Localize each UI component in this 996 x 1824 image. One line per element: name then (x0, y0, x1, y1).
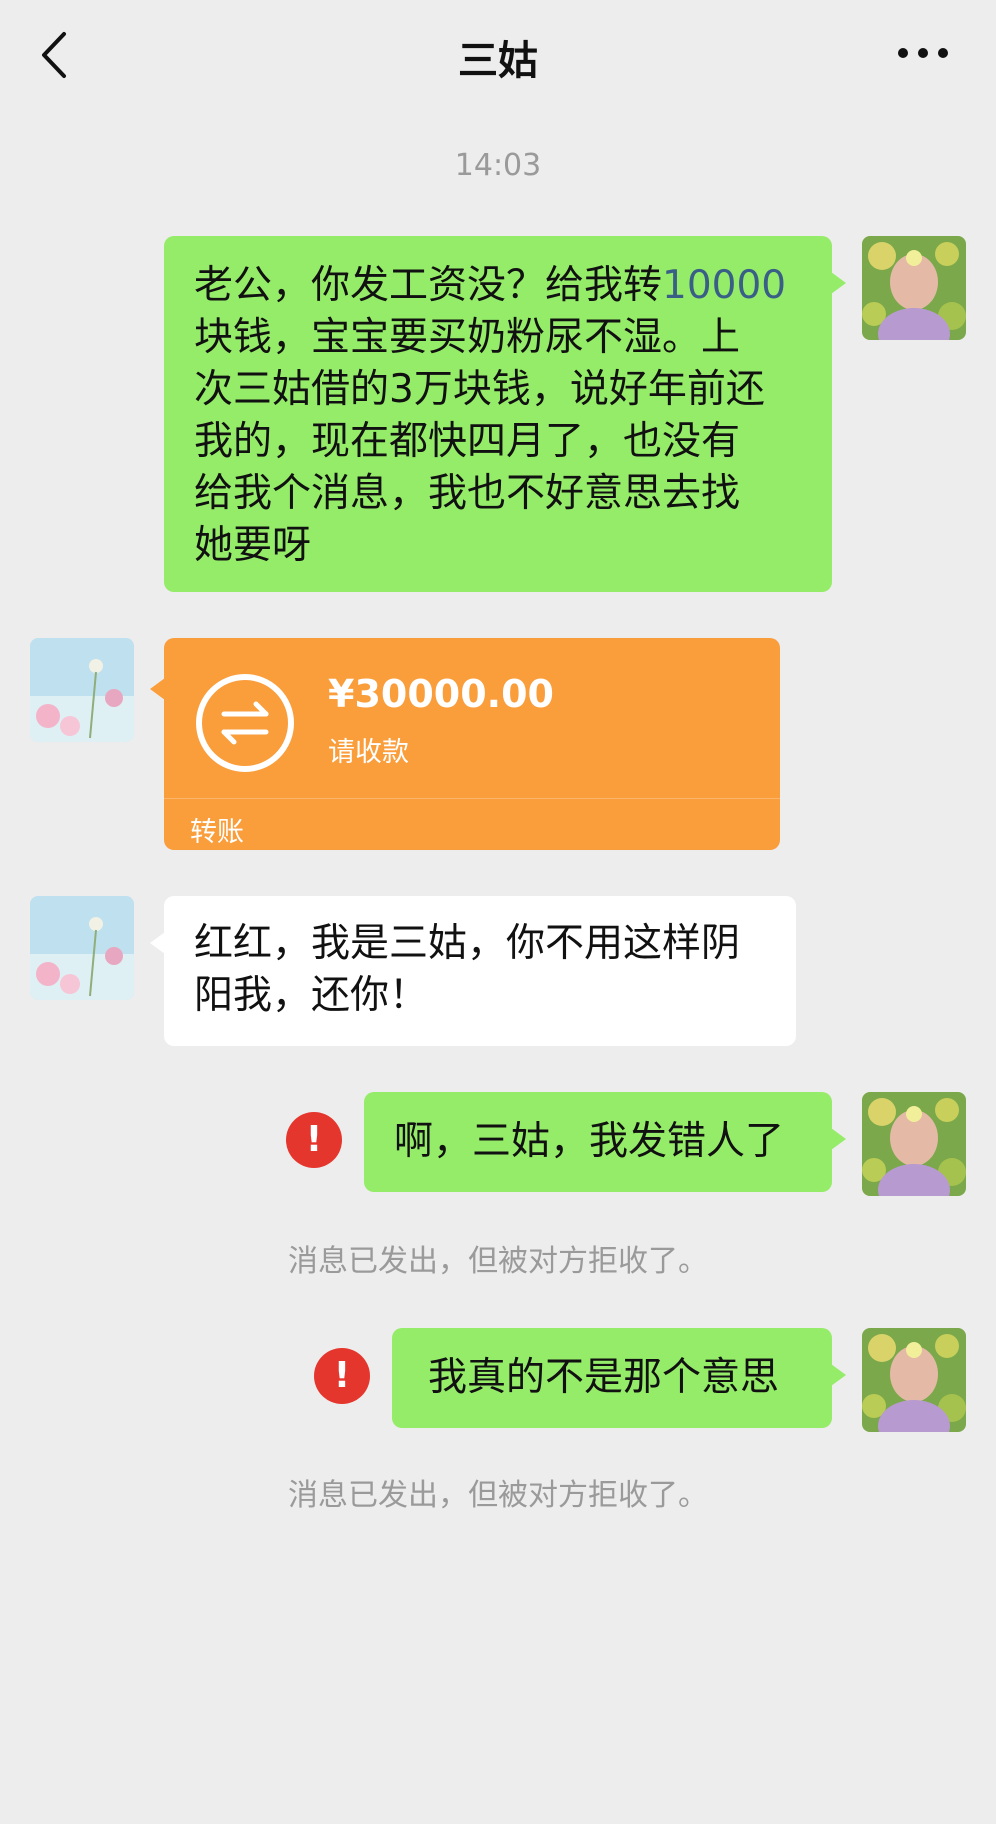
my-message-bubble[interactable]: 啊，三姑，我发错人了 (364, 1092, 846, 1192)
message-line: 块钱，宝宝要买奶粉尿不湿。上 (194, 315, 741, 360)
transfer-note: 请收款 (328, 737, 409, 768)
failed-send-icon[interactable]: ! (314, 1348, 370, 1404)
my-message-bubble[interactable]: 我真的不是那个意思 (392, 1328, 846, 1428)
timestamp: 14:03 (454, 148, 542, 183)
contact-avatar[interactable] (30, 638, 134, 742)
contact-message-bubble[interactable]: 红红，我是三姑，你不用这样阴 阳我，还你！ (150, 896, 796, 1046)
my-avatar[interactable] (862, 236, 966, 340)
divider (164, 798, 780, 799)
message-line: 给我个消息，我也不好意思去找 (194, 471, 741, 516)
more-dots-icon[interactable] (898, 38, 948, 68)
message-text: 老公，你发工资没？给我转10000 (194, 263, 787, 308)
chat-header: 三姑 (0, 0, 996, 112)
rejected-notice: 消息已发出，但被对方拒收了。 (288, 1244, 708, 1279)
my-avatar[interactable] (862, 1328, 966, 1432)
message-line: 阳我，还你！ (194, 973, 429, 1018)
failed-send-icon[interactable]: ! (286, 1112, 342, 1168)
message-line: 次三姑借的3万块钱，说好年前还 (194, 367, 765, 412)
message-line: 红红，我是三姑，你不用这样阴 (194, 921, 741, 966)
my-avatar[interactable] (862, 1092, 966, 1196)
transfer-amount: ¥30000.00 (328, 672, 554, 716)
contact-avatar[interactable] (30, 896, 134, 1000)
message-text: 我真的不是那个意思 (428, 1355, 780, 1400)
transfer-card[interactable]: ¥30000.00 请收款 转账 (150, 638, 780, 850)
chat-title: 三姑 (458, 38, 538, 84)
message-text: 啊，三姑，我发错人了 (394, 1119, 785, 1164)
amount-link[interactable]: 10000 (662, 263, 786, 308)
rejected-notice: 消息已发出，但被对方拒收了。 (288, 1478, 708, 1513)
message-line: 我的，现在都快四月了，也没有 (194, 419, 741, 464)
transfer-icon (196, 674, 294, 772)
my-message-bubble[interactable]: 老公，你发工资没？给我转10000 块钱，宝宝要买奶粉尿不湿。上 次三姑借的3万… (164, 236, 846, 592)
transfer-label: 转账 (190, 817, 244, 848)
message-line: 她要呀 (194, 523, 312, 568)
